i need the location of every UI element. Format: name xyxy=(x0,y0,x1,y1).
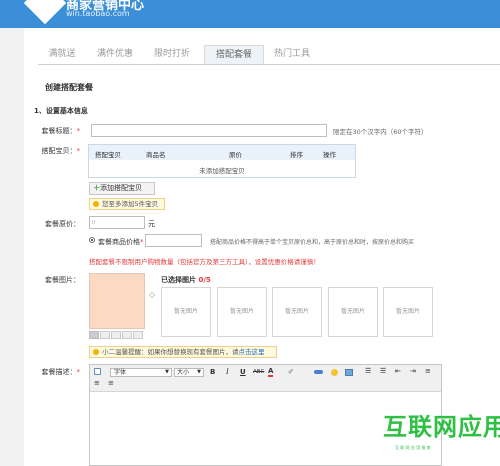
items-empty-text: 未添加搭配宝贝 xyxy=(199,167,245,175)
items-tip: 您至多添加5件宝贝 xyxy=(89,198,165,210)
align-center-icon[interactable]: ≡ xyxy=(94,379,100,387)
indent-icon[interactable]: ⇥ xyxy=(410,367,416,375)
col-sort: 排序 xyxy=(290,151,303,159)
highlight-icon[interactable]: ✐ xyxy=(288,368,294,376)
outdent-icon[interactable]: ⇤ xyxy=(395,367,401,375)
source-icon[interactable] xyxy=(94,368,101,375)
items-label: 搭配宝贝：* xyxy=(41,147,81,155)
image-slot-3[interactable]: 暂无图片 xyxy=(272,287,322,337)
logo-icon xyxy=(23,0,67,25)
selected-images-label: 已选择图片 0/5 xyxy=(161,276,211,284)
thumb-slot[interactable] xyxy=(122,331,132,339)
strike-button[interactable]: ABC xyxy=(253,369,264,375)
tab-remengongju[interactable]: 热门工具 xyxy=(268,45,316,64)
section-title: 1、设置基本信息 xyxy=(34,107,88,115)
thumb-slot[interactable] xyxy=(133,331,143,339)
add-item-button[interactable]: ＋添加搭配宝贝 xyxy=(89,182,155,195)
align-left-icon[interactable]: ≡ xyxy=(425,367,431,375)
ordered-list-icon[interactable]: ☰ xyxy=(365,367,371,375)
align-right-icon[interactable]: ≡ xyxy=(108,379,114,387)
image-tip: 小二温馨提醒：如果你想替换现有套餐图片，请点击这里 xyxy=(89,346,277,358)
thumb-slot[interactable] xyxy=(111,331,121,339)
price-label: 套餐原价： xyxy=(45,220,80,228)
tab-manjiusong[interactable]: 满就送 xyxy=(41,45,83,64)
replace-image-link[interactable]: 点击这里 xyxy=(239,348,265,356)
price-unit: 元 xyxy=(148,220,155,228)
link-icon[interactable] xyxy=(314,370,323,374)
underline-button[interactable]: U xyxy=(240,368,246,376)
plus-icon: ＋ xyxy=(93,184,100,192)
image-slot-1[interactable]: 暂无图片 xyxy=(161,287,211,337)
thumb-slot[interactable] xyxy=(89,331,99,339)
dropdown-arrow-icon: ▼ xyxy=(197,369,201,375)
tab-xianshidazhe[interactable]: 限时打折 xyxy=(148,45,196,64)
image-slot-5[interactable]: 暂无图片 xyxy=(383,287,433,337)
col-item: 搭配宝贝 xyxy=(95,151,121,159)
radio-dot xyxy=(91,239,93,241)
watermark-logo: 互联网应用 互 联 网 应 用 指 南 xyxy=(383,413,500,450)
page-title: 创建搭配套餐 xyxy=(45,83,93,92)
col-action: 操作 xyxy=(323,151,336,159)
images-label: 套餐图片： xyxy=(45,276,80,284)
title-input[interactable] xyxy=(91,124,327,137)
title-label: 套餐标题：* xyxy=(41,127,81,135)
image-insert-icon[interactable] xyxy=(345,369,353,376)
col-price: 原价 xyxy=(229,151,242,159)
tab-manjianyouhui[interactable]: 满件优惠 xyxy=(91,45,139,64)
lightbulb-icon xyxy=(93,349,99,355)
items-table-header xyxy=(89,145,355,160)
price-radio[interactable] xyxy=(89,237,95,243)
lightbulb-icon xyxy=(93,201,99,207)
original-price-input[interactable] xyxy=(89,216,145,229)
font-color-icon[interactable]: A xyxy=(268,367,274,377)
description-label: 套餐描述：* xyxy=(41,368,81,376)
unordered-list-icon[interactable]: ☰ xyxy=(380,367,386,375)
image-slot-2[interactable]: 暂无图片 xyxy=(217,287,267,337)
image-slot-4[interactable]: 暂无图片 xyxy=(328,287,378,337)
tab-divider xyxy=(38,64,500,65)
package-price-label: 套餐商品价格* xyxy=(98,238,144,246)
title-hint: 限定在30个汉字内（60个字符） xyxy=(333,128,428,136)
col-name: 商品名 xyxy=(146,151,166,159)
price-hint: 搭配商品价格不得高于单个宝贝原价总和，高于原价总和时，按原价总和购买 xyxy=(210,239,415,246)
emoticon-icon[interactable] xyxy=(331,369,338,376)
price-warning: 搭配套餐不限制用户购物数量（包括官方及第三方工具），设置优惠价格请谨慎！ xyxy=(89,258,320,266)
dropdown-arrow-icon: ▼ xyxy=(165,369,169,375)
top-header: 商家营销中心 win.taobao.com xyxy=(0,0,500,28)
font-select[interactable]: 字体 ▼ xyxy=(110,368,172,377)
package-price-input[interactable] xyxy=(145,234,202,247)
size-select[interactable]: 大小 ▼ xyxy=(174,368,204,377)
thumb-slot[interactable] xyxy=(100,331,110,339)
left-rail xyxy=(0,28,24,466)
app-url: win.taobao.com xyxy=(66,9,130,18)
tab-dapeitaocan[interactable]: 搭配套餐 xyxy=(204,45,264,65)
image-thumb-strip xyxy=(89,331,145,340)
italic-button[interactable]: I xyxy=(226,368,229,376)
image-preview[interactable] xyxy=(89,273,145,329)
diamond-icon: ◇ xyxy=(149,290,156,299)
bold-button[interactable]: B xyxy=(210,368,215,376)
